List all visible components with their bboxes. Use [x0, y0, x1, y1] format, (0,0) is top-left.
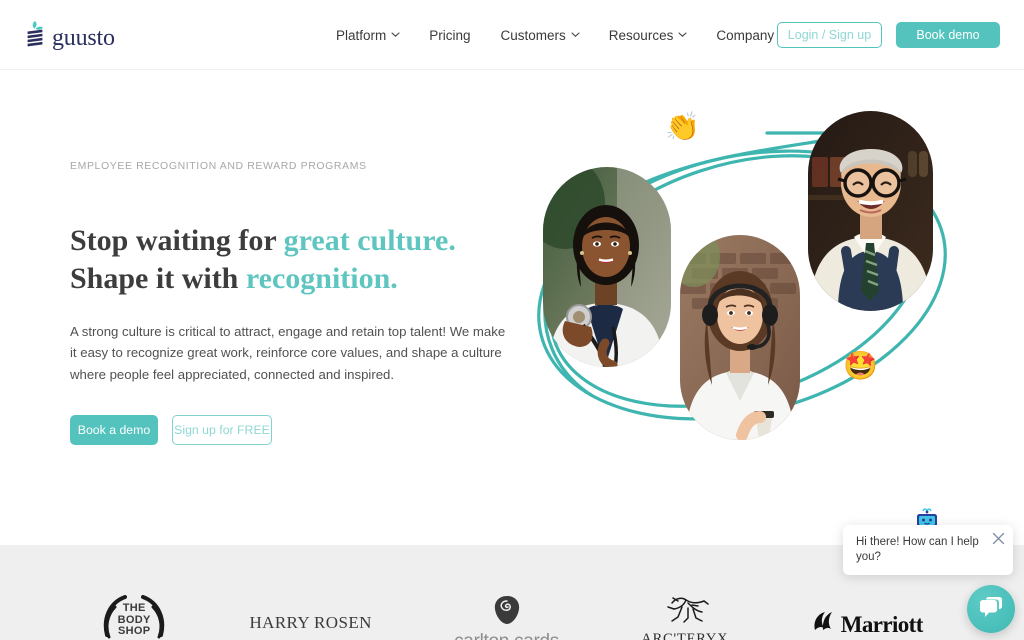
- hero-book-demo-button[interactable]: Book a demo: [70, 415, 158, 446]
- brand-logo-the-body-shop: THE BODY SHOP: [101, 595, 167, 640]
- top-navigation-bar: guusto Platform Pricing Customers Resour…: [0, 0, 1024, 70]
- nav-item-resources-label: Resources: [608, 27, 674, 43]
- customer-logo-row: THE BODY SHOP HARRY ROSEN carlton cards: [0, 595, 1024, 640]
- nav-item-customers-label: Customers: [500, 27, 566, 43]
- portrait-shopkeeper-apron: [808, 111, 933, 311]
- nav-item-pricing[interactable]: Pricing: [429, 28, 470, 43]
- hero-signup-free-button[interactable]: Sign up for FREE: [172, 415, 272, 446]
- portrait-support-agent-headset: [680, 235, 800, 440]
- hero-cta-group: Book a demo Sign up for FREE: [70, 415, 530, 446]
- carlton-cards-wordmark: carlton cards: [454, 631, 559, 640]
- marriott-wordmark: Marriott: [840, 611, 924, 637]
- brand-wordmark: guusto: [52, 25, 115, 51]
- chat-bubbles-icon: [978, 595, 1004, 624]
- chevron-down-icon: [571, 30, 580, 38]
- hero-eyebrow: EMPLOYEE RECOGNITION AND REWARD PROGRAMS: [70, 160, 367, 172]
- hero-headline: Stop waiting for great culture. Shape it…: [70, 222, 530, 299]
- hero-headline-line-1: Stop waiting for great culture.: [70, 222, 530, 260]
- nav-item-platform-label: Platform: [336, 27, 387, 43]
- marriott-griffin-icon: [811, 610, 837, 639]
- hero-headline-line-2-accent: recognition.: [245, 262, 398, 296]
- clapping-hands-emoji: 👏: [665, 111, 700, 142]
- arcteryx-fossil-icon: [658, 595, 712, 630]
- nav-links: Platform Pricing Customers Resources Com…: [336, 0, 788, 70]
- nav-item-resources[interactable]: Resources: [609, 28, 687, 43]
- chat-launcher-button[interactable]: [967, 585, 1015, 633]
- nav-item-customers[interactable]: Customers: [500, 27, 580, 43]
- tbs-line-1: THE: [122, 602, 146, 614]
- hero-portrait-2: [680, 235, 800, 440]
- brand-logo-carlton-cards: carlton cards: [454, 595, 559, 640]
- nav-item-pricing-label: Pricing: [429, 27, 471, 43]
- brand-logo-marriott: Marriott: [811, 610, 923, 639]
- nav-item-company-label: Company: [716, 27, 775, 43]
- page-root: guusto Platform Pricing Customers Resour…: [0, 0, 1024, 640]
- hero-portrait-1: [543, 167, 671, 367]
- hero-headline-line-1-accent: great culture.: [283, 224, 456, 257]
- portrait-doctor-with-stethoscope: [543, 167, 671, 367]
- hero-headline-line-1-plain: Stop waiting for: [70, 224, 284, 257]
- close-icon[interactable]: [992, 532, 1005, 545]
- brand-logo-harry-rosen: HARRY ROSEN: [249, 613, 372, 632]
- login-signup-button[interactable]: Login / Sign up: [777, 22, 882, 48]
- chat-greeting-message: Hi there! How can I help you?: [856, 536, 979, 563]
- carlton-rose-icon: [494, 595, 520, 630]
- star-struck-emoji: 🤩: [843, 350, 878, 381]
- hero-headline-line-2-plain: Shape it with: [70, 262, 246, 296]
- arcteryx-wordmark: ARC'TERYX: [641, 631, 729, 640]
- hero-headline-line-2: Shape it with recognition.: [70, 260, 530, 298]
- brand-logo-arcteryx: ARC'TERYX: [641, 595, 728, 640]
- book-demo-button[interactable]: Book demo: [896, 22, 1000, 48]
- chat-greeting-tooltip[interactable]: Hi there! How can I help you?: [843, 525, 1013, 575]
- brand-logo[interactable]: guusto: [24, 18, 115, 52]
- tbs-line-3: SHOP: [117, 625, 151, 638]
- guusto-logo-icon: [24, 18, 46, 52]
- nav-actions: Login / Sign up Book demo: [777, 22, 1000, 48]
- hero-portrait-3: [808, 111, 933, 311]
- nav-item-platform[interactable]: Platform: [336, 27, 400, 43]
- the-body-shop-wordmark: THE BODY SHOP: [101, 602, 167, 638]
- hero-paragraph: A strong culture is critical to attract,…: [70, 323, 506, 382]
- hero-text-column: EMPLOYEE RECOGNITION AND REWARD PROGRAMS…: [70, 160, 530, 446]
- hero-illustration: 👏 🤩: [505, 95, 985, 465]
- chevron-down-icon: [391, 30, 400, 38]
- chevron-down-icon: [678, 30, 687, 38]
- the-body-shop-icon: THE BODY SHOP: [101, 595, 167, 640]
